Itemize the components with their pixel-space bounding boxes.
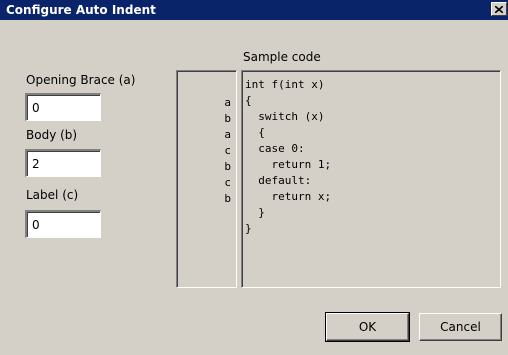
close-button[interactable] — [491, 2, 507, 16]
code-line: switch (x) — [245, 110, 325, 123]
code-line: return 1; — [245, 158, 332, 171]
ok-button[interactable]: OK — [325, 312, 410, 342]
indent-letters-list: abacbcb — [224, 95, 231, 207]
indent-letter: b — [224, 112, 231, 125]
sample-code-heading: Sample code — [243, 50, 321, 64]
body-label: Body (b) — [26, 128, 78, 142]
code-line: default: — [245, 174, 312, 187]
code-line: { — [245, 126, 265, 139]
indent-letters-panel: abacbcb — [176, 70, 237, 288]
configure-auto-indent-dialog: Configure Auto Indent Opening Brace (a) … — [0, 0, 508, 355]
code-line: case 0: — [245, 142, 305, 155]
sample-code-panel: int f(int x) { switch (x) { case 0: retur… — [241, 70, 501, 288]
code-line: } — [245, 222, 252, 235]
close-icon — [495, 5, 503, 13]
window-title: Configure Auto Indent — [6, 3, 156, 17]
code-line: int f(int x) — [245, 78, 325, 91]
indent-letter: a — [224, 128, 231, 141]
indent-letter: b — [224, 160, 231, 173]
cancel-button[interactable]: Cancel — [419, 313, 502, 341]
indent-letter: b — [224, 192, 231, 205]
indent-letter: c — [224, 176, 231, 189]
code-line: } — [245, 206, 265, 219]
sample-code-list: int f(int x) { switch (x) { case 0: retur… — [245, 77, 331, 237]
indent-letter: c — [224, 144, 231, 157]
title-bar[interactable]: Configure Auto Indent — [0, 0, 508, 20]
label-c-label: Label (c) — [26, 188, 79, 202]
opening-brace-field[interactable]: 0 — [25, 93, 101, 121]
body-field[interactable]: 2 — [25, 149, 101, 177]
indent-letter: a — [224, 96, 231, 109]
label-field[interactable]: 0 — [25, 210, 101, 238]
code-line: { — [245, 94, 252, 107]
code-line: return x; — [245, 190, 332, 203]
opening-brace-label: Opening Brace (a) — [26, 73, 136, 87]
